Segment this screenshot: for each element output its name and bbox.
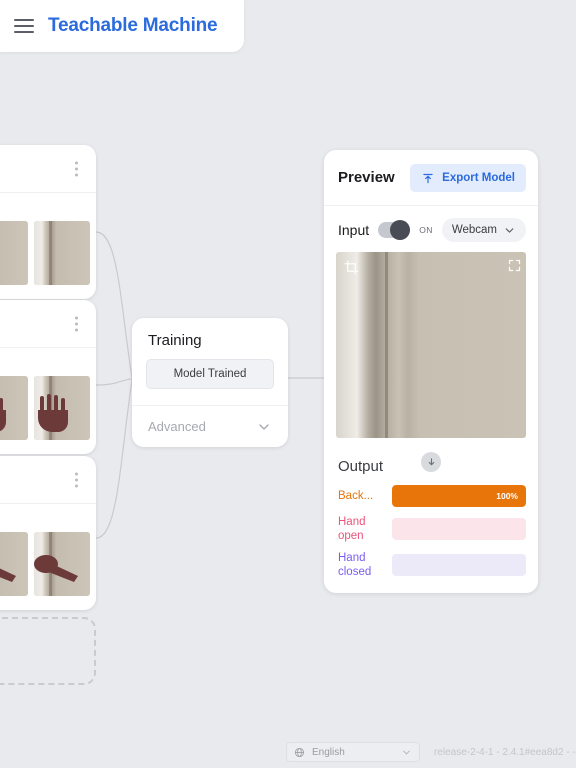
class-card-hand-closed[interactable]	[0, 456, 96, 610]
download-arrow-icon	[428, 457, 434, 465]
input-label: Input	[338, 222, 370, 238]
sample-thumbnail[interactable]	[34, 376, 90, 440]
crop-icon[interactable]	[344, 260, 359, 275]
preview-title: Preview	[338, 169, 395, 186]
app-title: Teachable Machine	[48, 15, 218, 36]
input-toggle[interactable]	[378, 220, 411, 240]
input-source-value: Webcam	[451, 224, 497, 236]
output-row: Hand closed	[338, 551, 526, 579]
chevron-down-icon	[403, 750, 410, 754]
hand-open-shape	[0, 398, 6, 432]
hamburger-icon[interactable]	[14, 19, 34, 33]
fullscreen-icon[interactable]	[507, 258, 522, 273]
export-model-label: Export Model	[442, 171, 515, 184]
more-vertical-icon[interactable]	[75, 472, 78, 487]
hand-open-shape	[38, 394, 68, 432]
output-label: Hand closed	[338, 552, 372, 578]
sample-thumbnail[interactable]	[0, 221, 28, 285]
output-label: Back...	[338, 490, 374, 502]
webcam-video-frame	[336, 252, 526, 438]
output-row: Hand open	[338, 515, 526, 543]
class-card-background[interactable]	[0, 145, 96, 299]
class-card-header	[0, 145, 96, 193]
sample-thumbnail[interactable]	[34, 532, 90, 596]
add-class-placeholder[interactable]	[0, 617, 96, 685]
globe-icon	[294, 747, 305, 757]
output-bar-fill: 100%	[392, 485, 526, 507]
input-row: Input ON Webcam	[324, 206, 538, 250]
download-button[interactable]	[421, 452, 441, 472]
output-bar-track: 100%	[392, 485, 526, 507]
chevron-down-icon	[259, 423, 269, 430]
output-percent: 100%	[496, 491, 518, 501]
language-select[interactable]: English	[286, 742, 420, 762]
app-header: Teachable Machine	[0, 0, 244, 52]
output-bar-track	[392, 518, 526, 540]
train-model-button[interactable]: Model Trained	[146, 359, 274, 389]
output-row: Back... 100%	[338, 485, 526, 507]
output-label: Hand open	[338, 516, 366, 542]
chevron-down-icon	[505, 227, 514, 233]
training-panel: Training Model Trained Advanced	[132, 318, 288, 447]
language-value: English	[312, 746, 345, 758]
upload-icon	[423, 173, 433, 183]
class-card-header	[0, 300, 96, 348]
hand-closed-shape	[0, 568, 16, 582]
hand-closed-shape	[34, 554, 78, 582]
training-title: Training	[148, 332, 202, 349]
input-source-select[interactable]: Webcam	[441, 218, 526, 242]
more-vertical-icon[interactable]	[75, 316, 78, 331]
output-bar-track	[392, 554, 526, 576]
export-model-button[interactable]: Export Model	[410, 163, 526, 192]
class-samples	[0, 348, 96, 454]
class-samples	[0, 193, 96, 299]
version-text: release-2-4-1 - 2.4.1#eea8d2 - -	[434, 746, 576, 758]
webcam-preview[interactable]	[336, 252, 526, 438]
sample-thumbnail[interactable]	[34, 221, 90, 285]
class-card-header	[0, 456, 96, 504]
footer: English release-2-4-1 - 2.4.1#eea8d2 - -	[286, 742, 576, 762]
class-card-hand-open[interactable]	[0, 300, 96, 454]
more-vertical-icon[interactable]	[75, 161, 78, 176]
preview-panel: Preview Export Model Input ON Webcam Out…	[324, 150, 538, 593]
sample-thumbnail[interactable]	[0, 376, 28, 440]
preview-header: Preview Export Model	[324, 150, 538, 206]
output-rows: Back... 100% Hand open Hand closed	[324, 485, 538, 583]
sample-thumbnail[interactable]	[0, 532, 28, 596]
class-samples	[0, 504, 96, 610]
advanced-section-toggle[interactable]: Advanced	[132, 405, 288, 447]
toggle-state-label: ON	[419, 225, 433, 235]
advanced-label: Advanced	[148, 419, 206, 434]
